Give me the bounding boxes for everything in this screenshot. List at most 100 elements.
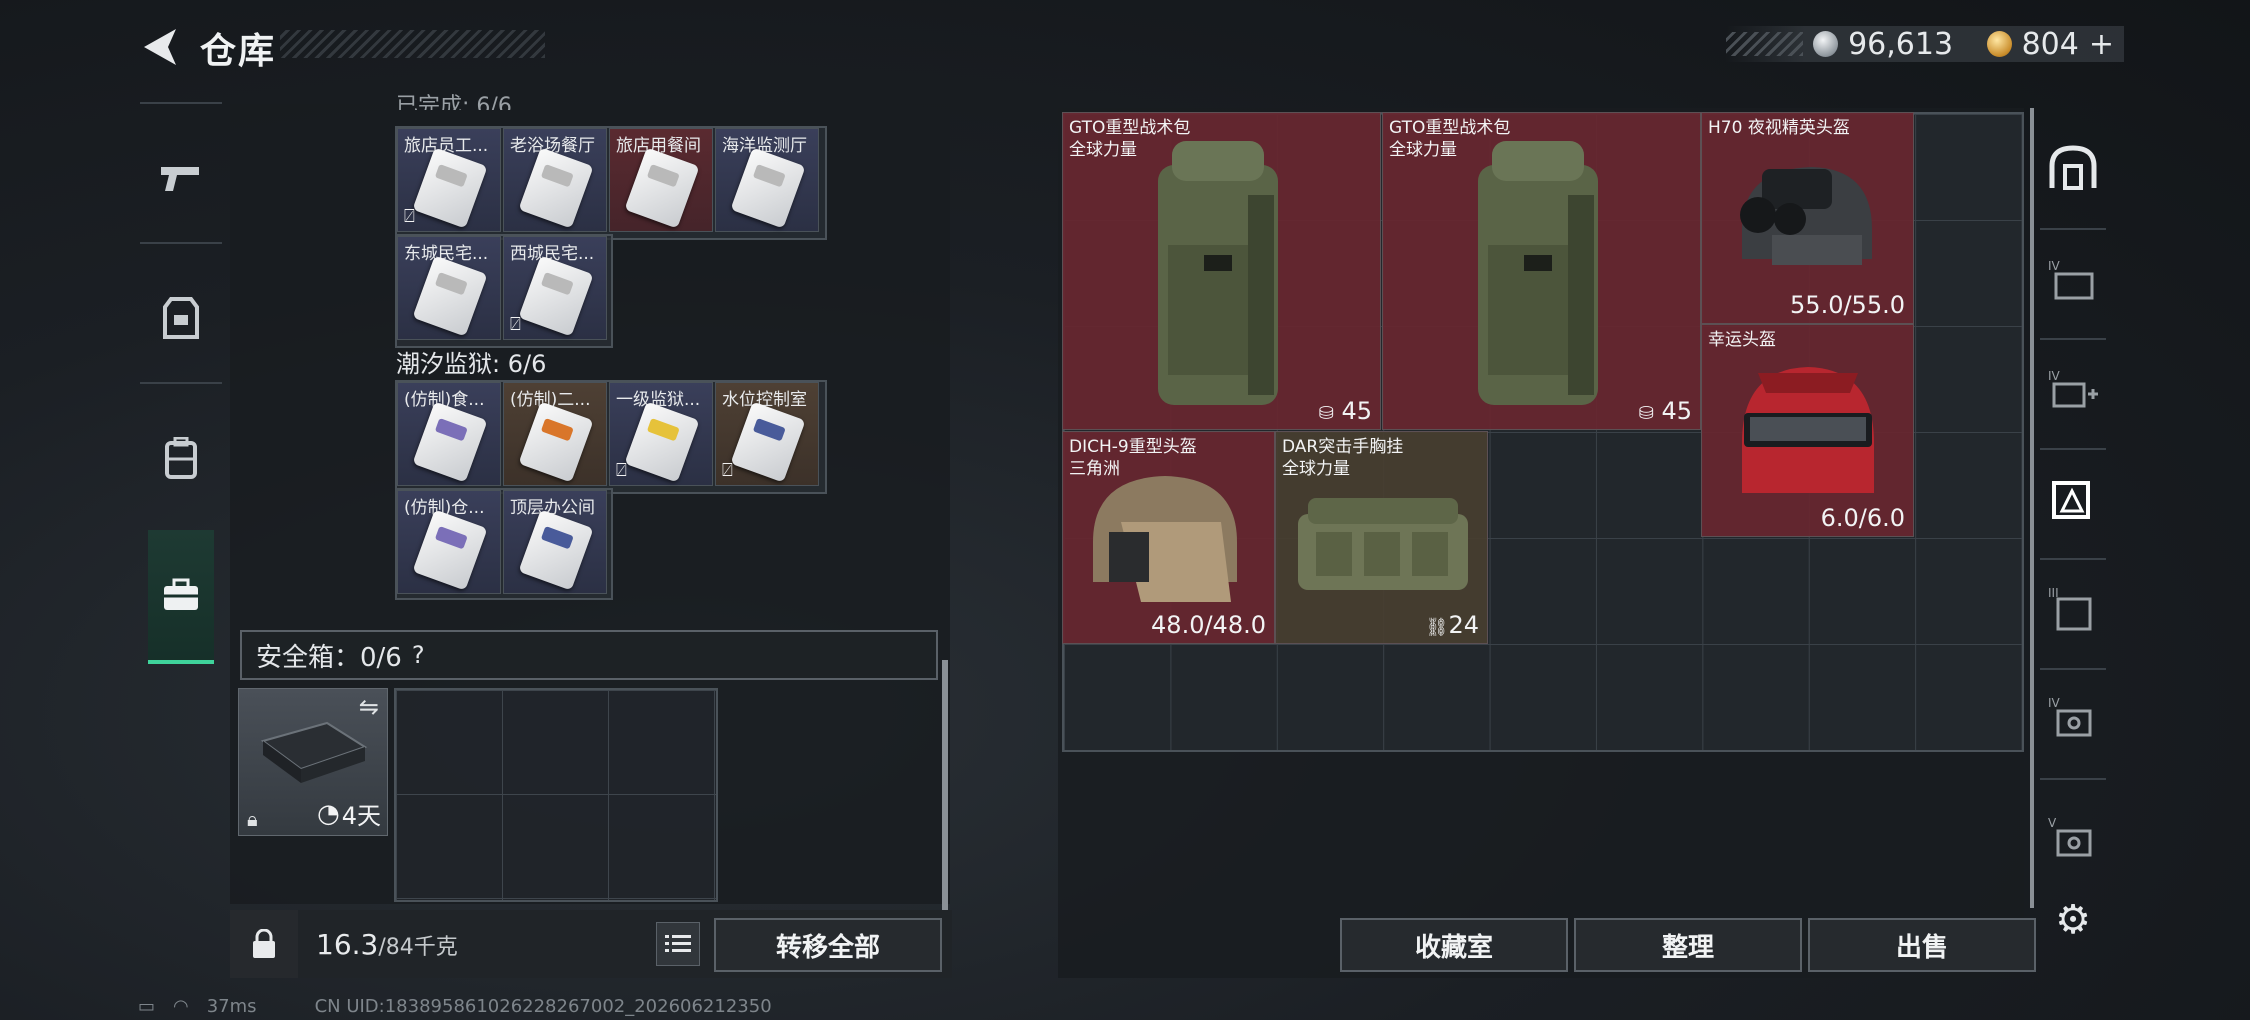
list-view-button[interactable] bbox=[656, 922, 700, 966]
unbind-icon: ⍁ bbox=[616, 460, 627, 481]
chest-rig-icon bbox=[1298, 498, 1468, 590]
keycard-icon bbox=[518, 147, 594, 229]
keycard-slot[interactable]: 西城民宅... ⍁ bbox=[503, 236, 607, 340]
tool-iv-add[interactable]: IV bbox=[2040, 340, 2106, 440]
transfer-all-button[interactable]: 转移全部 bbox=[714, 918, 942, 972]
gold-coin-icon bbox=[1986, 31, 2012, 57]
help-button[interactable]: ? bbox=[412, 641, 425, 669]
heavy-helmet-icon bbox=[1093, 476, 1237, 602]
back-arrow-icon bbox=[144, 29, 176, 65]
safe-box-item[interactable]: ⇋ 🔒︎ ◔ 4天 bbox=[238, 688, 388, 836]
gold-amount: 804 bbox=[2021, 26, 2079, 62]
clock-icon: ◔ bbox=[317, 798, 340, 829]
v-container-icon: V bbox=[2048, 816, 2092, 857]
nav-tab-weapons[interactable] bbox=[140, 128, 222, 228]
nav-tab-safe-box[interactable] bbox=[148, 530, 214, 664]
safe-box-header: 安全箱：0/6 ? bbox=[240, 630, 938, 680]
svg-text:IV: IV bbox=[2048, 369, 2061, 383]
title-decoration bbox=[280, 30, 545, 58]
keycard-icon bbox=[518, 401, 594, 483]
keycard-slot[interactable]: 旅店员工... ⍁ bbox=[397, 128, 501, 232]
tool-iv-filter[interactable]: IV bbox=[2040, 670, 2106, 770]
tool-column-scrollbar[interactable] bbox=[2030, 108, 2034, 908]
lock-icon: 🔒︎ bbox=[247, 807, 258, 831]
list-icon bbox=[665, 935, 691, 952]
svg-text:IV: IV bbox=[2048, 696, 2061, 710]
stash-item-chest-rig[interactable]: DAR突击手胸挂 全球力量 ⛓24 bbox=[1275, 431, 1488, 644]
keycard-slot[interactable]: 旅店用餐间 bbox=[609, 128, 713, 232]
add-container-icon: IV bbox=[2048, 369, 2098, 408]
tactical-backpack-icon bbox=[1478, 141, 1598, 405]
capacity-icon: ⛁ bbox=[1638, 403, 1654, 424]
keycard-icon bbox=[730, 401, 806, 483]
settings-button[interactable]: ⚙ bbox=[2040, 870, 2106, 970]
briefcase-icon bbox=[164, 578, 198, 610]
sort-button[interactable]: 整理 bbox=[1574, 918, 1802, 972]
keycard-icon bbox=[412, 147, 488, 229]
padlock-icon bbox=[253, 929, 275, 958]
collection-room-button[interactable]: 收藏室 bbox=[1340, 918, 1568, 972]
keycard-slot[interactable]: 顶层办公间 bbox=[503, 490, 607, 594]
stash-item-lucky-helmet[interactable]: 幸运头盔 6.0/6.0 bbox=[1701, 324, 1914, 537]
keycard-slot[interactable]: 海洋监测厅 bbox=[715, 128, 819, 232]
keycard-icon bbox=[624, 147, 700, 229]
stash-item-backpack-1[interactable]: GTO重型战术包 全球力量 ⛁ 45 bbox=[1062, 112, 1381, 430]
keycard-slot[interactable]: 一级监狱... ⍁ bbox=[609, 382, 713, 486]
scrollbar[interactable] bbox=[942, 660, 948, 910]
keycard-slot[interactable]: (仿制)仓... bbox=[397, 490, 501, 594]
safe-box-label: 安全箱：0/6 bbox=[256, 642, 402, 673]
keycard-slot[interactable]: (仿制)二... bbox=[503, 382, 607, 486]
keycard-slot[interactable]: 东城民宅... bbox=[397, 236, 501, 340]
tool-storage-home[interactable] bbox=[2040, 118, 2106, 218]
stash-item-backpack-2[interactable]: GTO重型战术包 全球力量 ⛁ 45 bbox=[1382, 112, 1701, 430]
lucky-helmet-icon bbox=[1742, 367, 1874, 493]
tool-keycard-filter[interactable] bbox=[2040, 450, 2106, 550]
add-gold-button[interactable]: + bbox=[2089, 27, 2114, 62]
keycard-icon bbox=[730, 147, 806, 229]
backpack-icon bbox=[165, 437, 197, 479]
weight-display: 16.3/84千克 bbox=[316, 927, 458, 961]
battery-icon: ▭ bbox=[138, 996, 156, 1017]
keycard-slot[interactable]: 水位控制室 ⍁ bbox=[715, 382, 819, 486]
keycard-filter-icon bbox=[2052, 481, 2090, 519]
page-title: 仓库 bbox=[200, 31, 277, 72]
wifi-icon: ◠ bbox=[173, 996, 189, 1017]
timer-badge: ◔ 4天 bbox=[317, 798, 381, 831]
sell-button[interactable]: 出售 bbox=[1808, 918, 2036, 972]
gear-icon: ⚙ bbox=[2055, 897, 2091, 943]
unbind-icon: ⍁ bbox=[510, 314, 521, 335]
unbind-icon: ⍁ bbox=[722, 460, 733, 481]
rig-capacity-icon: ⛓ bbox=[1425, 617, 1449, 638]
keycard-icon bbox=[518, 255, 594, 337]
unbind-icon: ⍁ bbox=[404, 206, 415, 227]
uid-text: CN UID:18389586102622826700​2_2026062123… bbox=[314, 996, 772, 1017]
safe-box-grid[interactable] bbox=[394, 688, 718, 902]
capacity-icon: ⛁ bbox=[1318, 403, 1334, 424]
storage-home-icon bbox=[2049, 145, 2097, 190]
nav-tab-equipment[interactable] bbox=[140, 268, 222, 368]
silver-amount: 96,613 bbox=[1848, 26, 1954, 62]
currency-decoration bbox=[1725, 32, 1804, 56]
group-title: 潮汐监狱: 6/6 bbox=[396, 350, 547, 378]
keycard-icon bbox=[518, 509, 594, 591]
nav-divider bbox=[140, 382, 222, 384]
night-vision-helmet-icon bbox=[1740, 167, 1872, 265]
stash-item-night-vision-helmet[interactable]: H70 夜视精英头盔 55.0/55.0 bbox=[1701, 112, 1914, 324]
keycard-slot[interactable]: 老浴场餐厅 bbox=[503, 128, 607, 232]
keycard-icon bbox=[624, 401, 700, 483]
keycard-slot[interactable]: (仿制)食... bbox=[397, 382, 501, 486]
iii-container-icon: III bbox=[2048, 586, 2092, 631]
tool-iv-folder[interactable]: IV bbox=[2040, 230, 2106, 330]
safe-case-icon bbox=[260, 721, 368, 783]
nav-tab-backpack[interactable] bbox=[140, 408, 222, 508]
stash-item-heavy-helmet[interactable]: DICH-9重型头盔 三角洲 48.0/48.0 bbox=[1062, 431, 1275, 644]
svg-text:V: V bbox=[2048, 816, 2057, 830]
swap-icon[interactable]: ⇋ bbox=[359, 693, 379, 721]
ping-value: 37ms bbox=[206, 996, 257, 1017]
back-button[interactable] bbox=[138, 22, 182, 72]
nav-divider bbox=[140, 242, 222, 244]
currency-bar: 96,613 804 + bbox=[1725, 26, 2124, 62]
tool-iii-filter[interactable]: III bbox=[2040, 560, 2106, 660]
lock-button[interactable] bbox=[230, 910, 298, 978]
keycard-icon bbox=[412, 509, 488, 591]
